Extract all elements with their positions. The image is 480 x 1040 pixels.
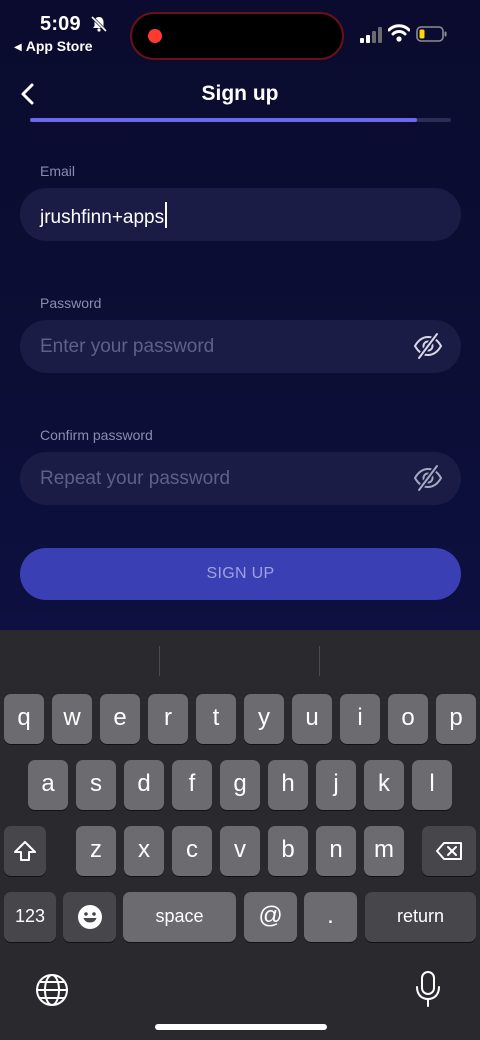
email-label: Email	[40, 163, 76, 179]
backspace-icon	[436, 842, 462, 860]
key-w[interactable]: w	[52, 694, 92, 744]
suggestion-divider	[159, 646, 160, 676]
app-screen: 5:09 ◀ App Store Sign up Email jrushfinn…	[0, 0, 480, 630]
key-p[interactable]: p	[436, 694, 476, 744]
emoji-smiley-icon	[77, 905, 102, 929]
space-key[interactable]: space	[123, 892, 236, 942]
nav-header: Sign up	[0, 72, 480, 116]
key-b[interactable]: b	[268, 826, 308, 876]
password-label: Password	[40, 295, 102, 311]
key-q[interactable]: q	[4, 694, 44, 744]
page-title: Sign up	[201, 82, 279, 105]
key-r[interactable]: r	[148, 694, 188, 744]
key-u[interactable]: u	[292, 694, 332, 744]
confirm-password-placeholder: Repeat your password	[40, 468, 231, 489]
email-input-value: jrushfinn+apps	[40, 202, 168, 229]
signup-progress-bar	[30, 118, 451, 122]
key-x[interactable]: x	[124, 826, 164, 876]
eye-slash-icon[interactable]	[413, 332, 443, 360]
key-a[interactable]: a	[28, 760, 68, 810]
key-f[interactable]: f	[172, 760, 212, 810]
confirm-password-field[interactable]: Repeat your password	[20, 452, 461, 505]
numbers-key[interactable]: 123	[4, 892, 56, 942]
password-field[interactable]: Enter your password	[20, 320, 461, 373]
microphone-icon[interactable]	[414, 970, 442, 1008]
signup-progress-fill	[30, 118, 418, 122]
back-app-label: App Store	[25, 38, 93, 54]
key-o[interactable]: o	[388, 694, 428, 744]
confirm-password-label: Confirm password	[40, 427, 153, 443]
key-t[interactable]: t	[196, 694, 236, 744]
delete-key[interactable]	[422, 826, 476, 876]
key-g[interactable]: g	[220, 760, 260, 810]
key-y[interactable]: y	[244, 694, 284, 744]
shift-key[interactable]	[4, 826, 46, 876]
globe-icon[interactable]	[34, 972, 70, 1008]
status-bar: 5:09 ◀ App Store	[0, 0, 480, 64]
dynamic-island	[130, 12, 344, 60]
key-l[interactable]: l	[412, 760, 452, 810]
key-e[interactable]: e	[100, 694, 140, 744]
dot-key[interactable]: .	[304, 892, 357, 942]
bell-muted-icon	[90, 15, 108, 33]
eye-slash-icon[interactable]	[413, 464, 443, 492]
key-s[interactable]: s	[76, 760, 116, 810]
emoji-key[interactable]	[63, 892, 116, 942]
key-v[interactable]: v	[220, 826, 260, 876]
key-c[interactable]: c	[172, 826, 212, 876]
key-j[interactable]: j	[316, 760, 356, 810]
password-placeholder: Enter your password	[40, 336, 215, 357]
text-cursor	[165, 202, 168, 228]
key-h[interactable]: h	[268, 760, 308, 810]
key-d[interactable]: d	[124, 760, 164, 810]
suggestion-divider	[319, 646, 320, 676]
at-key[interactable]: @	[244, 892, 297, 942]
status-time: 5:09	[40, 13, 81, 35]
email-field[interactable]: jrushfinn+apps	[20, 188, 461, 241]
key-n[interactable]: n	[316, 826, 356, 876]
key-k[interactable]: k	[364, 760, 404, 810]
back-to-app-link[interactable]: ◀ App Store	[14, 38, 93, 54]
shift-arrow-icon	[14, 841, 36, 861]
key-z[interactable]: z	[76, 826, 116, 876]
recording-indicator-icon	[148, 29, 162, 43]
sign-up-button[interactable]: SIGN UP	[20, 548, 461, 600]
email-text: jrushfinn+apps	[40, 207, 165, 228]
battery-low-icon	[416, 26, 447, 42]
onscreen-keyboard: qwertyuiop asdfghjkl zxcvbnm 123 space @…	[0, 630, 480, 1040]
key-i[interactable]: i	[340, 694, 380, 744]
home-indicator[interactable]	[155, 1024, 327, 1030]
key-m[interactable]: m	[364, 826, 404, 876]
cellular-signal-icon	[360, 27, 382, 43]
wifi-icon	[388, 24, 410, 42]
return-key[interactable]: return	[365, 892, 476, 942]
